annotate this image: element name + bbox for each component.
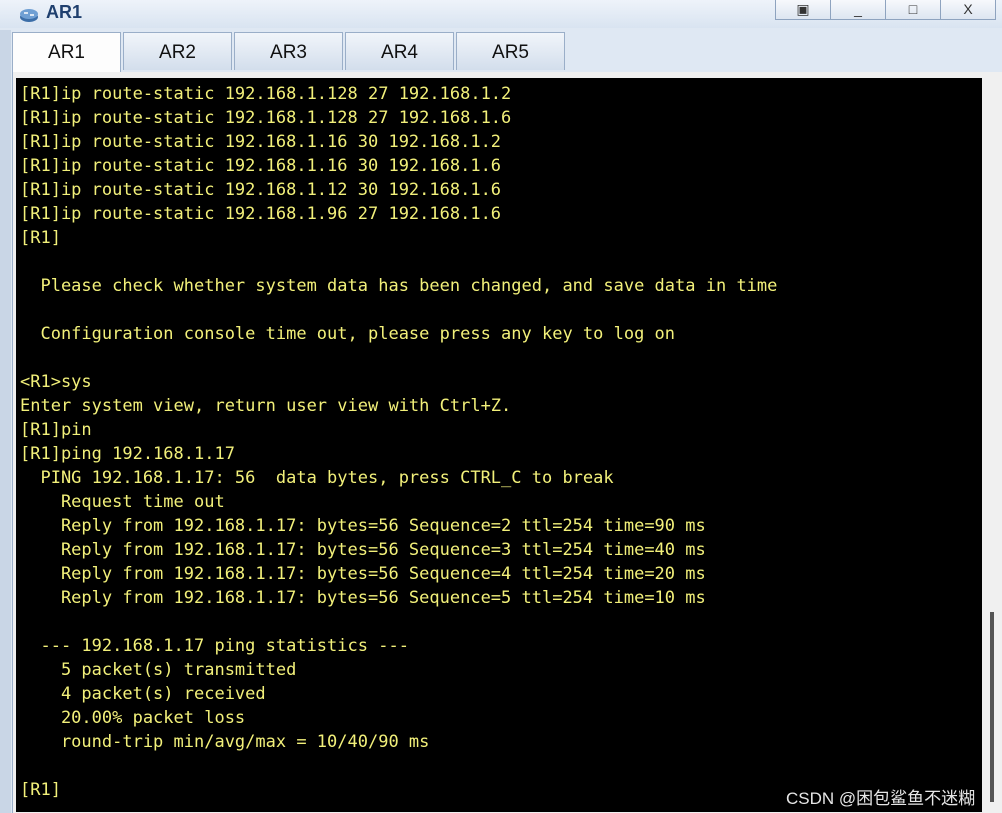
window-view-icon: ▣ [796,1,810,17]
terminal-line: 5 packet(s) transmitted [20,660,297,680]
router-app-icon [20,9,38,22]
device-tabs: AR1 AR2 AR3 AR4 AR5 [12,32,567,73]
terminal-line: [R1]ip route-static 192.168.1.12 30 192.… [20,180,502,200]
terminal-line: [R1]pin [20,420,92,440]
terminal-line: [R1]ip route-static 192.168.1.16 30 192.… [20,156,502,176]
terminal-line: Configuration console time out, please p… [20,324,676,344]
terminal-line: [R1]ip route-static 192.168.1.16 30 192.… [20,132,502,152]
scrollbar-thumb[interactable] [990,612,994,802]
close-icon: X [963,1,973,17]
terminal-line: 20.00% packet loss [20,708,246,728]
terminal-line: Reply from 192.168.1.17: bytes=56 Sequen… [20,588,706,608]
watermark: CSDN @困包鲨鱼不迷糊 [786,789,976,808]
minimize-icon: _ [854,1,862,17]
terminal-line: [R1] [20,228,61,248]
maximize-button[interactable]: □ [885,0,941,20]
tab-ar5[interactable]: AR5 [456,32,565,70]
terminal-line: [R1]ip route-static 192.168.1.128 27 192… [20,84,512,104]
terminal-line: Please check whether system data has bee… [20,276,778,296]
terminal-line: Reply from 192.168.1.17: bytes=56 Sequen… [20,516,706,536]
terminal-line: 4 packet(s) received [20,684,266,704]
terminal-line: Enter system view, return user view with… [20,396,512,416]
tab-ar1[interactable]: AR1 [12,32,121,73]
window-controls: ▣ _ □ X [775,0,996,22]
terminal-line: Request time out [20,492,225,512]
tab-ar2[interactable]: AR2 [123,32,232,70]
terminal-line: round-trip min/avg/max = 10/40/90 ms [20,732,430,752]
restore-view-button[interactable]: ▣ [775,0,831,20]
tab-ar3[interactable]: AR3 [234,32,343,70]
terminal-line: <R1>sys [20,372,92,392]
title-bar: AR1 ▣ _ □ X [0,0,1002,28]
terminal-line: Reply from 192.168.1.17: bytes=56 Sequen… [20,564,706,584]
terminal-line: [R1]ip route-static 192.168.1.128 27 192… [20,108,512,128]
terminal-line: [R1]ping 192.168.1.17 [20,444,235,464]
window-title: AR1 [46,2,83,22]
terminal-console[interactable]: [R1]ip route-static 192.168.1.128 27 192… [16,78,982,812]
minimize-button[interactable]: _ [830,0,886,20]
tab-ar4[interactable]: AR4 [345,32,454,70]
terminal-line: Reply from 192.168.1.17: bytes=56 Sequen… [20,540,706,560]
terminal-line: PING 192.168.1.17: 56 data bytes, press … [20,468,614,488]
close-button[interactable]: X [940,0,996,20]
terminal-line: --- 192.168.1.17 ping statistics --- [20,636,409,656]
maximize-icon: □ [908,1,918,17]
left-window-edge [0,30,11,813]
terminal-line: [R1]ip route-static 192.168.1.96 27 192.… [20,204,502,224]
